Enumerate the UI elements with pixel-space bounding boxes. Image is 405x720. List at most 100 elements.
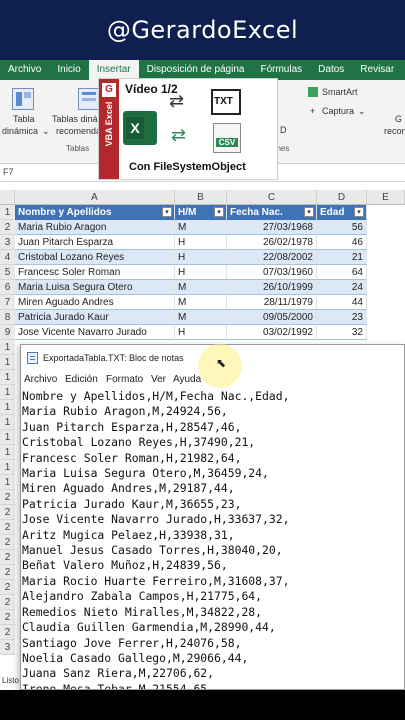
notepad-menu-ayuda[interactable]: Ayuda xyxy=(173,374,201,385)
row-header[interactable]: 8 xyxy=(0,310,15,325)
cell-date[interactable]: 09/05/2000 xyxy=(227,310,317,325)
row-header[interactable]: 1 xyxy=(0,205,15,220)
notepad-menu-formato[interactable]: Formato xyxy=(106,374,143,385)
column-header-c[interactable]: C xyxy=(227,190,317,205)
cell-age[interactable]: 44 xyxy=(317,295,367,310)
cell-hm[interactable]: H xyxy=(175,265,227,280)
cell-date[interactable]: 07/03/1960 xyxy=(227,265,317,280)
row-header[interactable]: 1 xyxy=(0,340,15,355)
row-header[interactable]: 2 xyxy=(0,520,15,535)
cell-date[interactable]: 03/02/1992 xyxy=(227,325,317,340)
column-header-a[interactable]: A xyxy=(15,190,175,205)
name-box[interactable]: F7 xyxy=(3,167,14,177)
row-header[interactable]: 2 xyxy=(0,550,15,565)
notepad-menu-edicion[interactable]: Edición xyxy=(65,374,98,385)
cell-age[interactable]: 21 xyxy=(317,250,367,265)
cell-hm[interactable]: H xyxy=(175,325,227,340)
cell-hm[interactable]: M xyxy=(175,295,227,310)
tab-disposicion[interactable]: Disposición de página xyxy=(139,60,253,80)
row-header[interactable]: 3 xyxy=(0,640,15,655)
cell-hm[interactable]: M xyxy=(175,310,227,325)
row-header[interactable]: 1 xyxy=(0,475,15,490)
row-header[interactable]: 5 xyxy=(0,265,15,280)
get-addins-label[interactable]: G xyxy=(395,114,402,125)
cell-date[interactable]: 27/03/1968 xyxy=(227,220,317,235)
row-header[interactable]: 1 xyxy=(0,415,15,430)
cell-date[interactable]: 22/08/2002 xyxy=(227,250,317,265)
notepad-menu-ver[interactable]: Ver xyxy=(151,374,166,385)
recommended-pivot-icon[interactable] xyxy=(78,88,100,110)
cell-age[interactable]: 64 xyxy=(317,265,367,280)
tab-revisar[interactable]: Revisar xyxy=(352,60,402,80)
cell-date[interactable]: 26/02/1978 xyxy=(227,235,317,250)
cell-age[interactable]: 56 xyxy=(317,220,367,235)
row-header[interactable]: 1 xyxy=(0,445,15,460)
cell-date[interactable]: 26/10/1999 xyxy=(227,280,317,295)
notepad-window[interactable]: ExportadaTabla.TXT: Bloc de notas Archiv… xyxy=(20,344,405,690)
cell-hm[interactable]: H xyxy=(175,235,227,250)
cell-name[interactable]: Francesc Soler Roman xyxy=(15,265,175,280)
row-header[interactable]: 2 xyxy=(0,505,15,520)
cell-age[interactable]: 46 xyxy=(317,235,367,250)
filter-dropdown-icon[interactable]: ▾ xyxy=(214,207,224,217)
row-header[interactable]: 2 xyxy=(0,220,15,235)
row-header[interactable]: 2 xyxy=(0,595,15,610)
row-header[interactable]: 7 xyxy=(0,295,15,310)
row-header[interactable]: 1 xyxy=(0,400,15,415)
cell-hm[interactable]: M xyxy=(175,220,227,235)
tab-archivo[interactable]: Archivo xyxy=(0,60,49,80)
row-header[interactable]: 1 xyxy=(0,385,15,400)
tab-insertar[interactable]: Insertar xyxy=(88,60,139,80)
row-header[interactable]: 1 xyxy=(0,430,15,445)
row-header[interactable]: 4 xyxy=(0,250,15,265)
row-header[interactable]: 2 xyxy=(0,565,15,580)
row-header[interactable]: 1 xyxy=(0,355,15,370)
pivot-table-icon[interactable] xyxy=(12,88,34,110)
recommended-charts-label[interactable]: recon xyxy=(384,126,405,137)
notepad-menu-archivo[interactable]: Archivo xyxy=(24,374,57,385)
row-header[interactable]: 2 xyxy=(0,610,15,625)
pivot-table-label[interactable]: Tabla xyxy=(13,114,35,125)
cell-name[interactable]: Cristobal Lozano Reyes xyxy=(15,250,175,265)
cell-hm[interactable]: H xyxy=(175,250,227,265)
column-header-b[interactable]: B xyxy=(175,190,227,205)
smartart-button[interactable]: SmartArt xyxy=(322,87,358,98)
cell-name[interactable]: Jose Vicente Navarro Jurado xyxy=(15,325,175,340)
row-header[interactable]: 1 xyxy=(0,370,15,385)
row-header[interactable]: 6 xyxy=(0,280,15,295)
row-header[interactable]: 2 xyxy=(0,625,15,640)
row-header[interactable]: 9 xyxy=(0,325,15,340)
cell-age[interactable]: 32 xyxy=(317,325,367,340)
chevron-down-icon[interactable]: ⌄ xyxy=(358,106,366,117)
filter-dropdown-icon[interactable]: ▾ xyxy=(162,207,172,217)
column-header-e[interactable]: E xyxy=(367,190,405,205)
cell-date[interactable]: 28/11/1979 xyxy=(227,295,317,310)
tab-formulas[interactable]: Fórmulas xyxy=(252,60,310,80)
cell-name[interactable]: Patricia Jurado Kaur xyxy=(15,310,175,325)
tab-inicio[interactable]: Inicio xyxy=(49,60,88,80)
cell-name[interactable]: Juan Pitarch Esparza xyxy=(15,235,175,250)
corner-select-all[interactable] xyxy=(0,190,15,205)
screenshot-icon[interactable]: + xyxy=(310,106,315,117)
tab-datos[interactable]: Datos xyxy=(310,60,352,80)
cell-hm[interactable]: M xyxy=(175,280,227,295)
filter-dropdown-icon[interactable]: ▾ xyxy=(304,207,314,217)
filter-dropdown-icon[interactable]: ▾ xyxy=(354,207,364,217)
row-header[interactable]: 2 xyxy=(0,580,15,595)
cell-age[interactable]: 23 xyxy=(317,310,367,325)
row-header[interactable]: 2 xyxy=(0,490,15,505)
column-header-d[interactable]: D xyxy=(317,190,367,205)
table-header-nombre[interactable]: Nombre y Apellidos xyxy=(15,205,175,220)
cell-age[interactable]: 24 xyxy=(317,280,367,295)
smartart-icon[interactable] xyxy=(308,87,318,97)
row-header[interactable]: 1 xyxy=(0,460,15,475)
row-header[interactable]: 2 xyxy=(0,535,15,550)
cell-name[interactable]: Maria Rubio Aragon xyxy=(15,220,175,235)
cell-name[interactable]: Maria Luisa Segura Otero xyxy=(15,280,175,295)
screenshot-button[interactable]: Captura xyxy=(322,106,354,117)
chevron-down-icon[interactable]: ⌄ xyxy=(42,126,50,137)
pivot-table-label-2[interactable]: dinámica xyxy=(2,126,38,137)
row-header[interactable]: 3 xyxy=(0,235,15,250)
notepad-text-area[interactable]: Nombre y Apellidos,H/M,Fecha Nac.,Edad, M… xyxy=(21,389,404,689)
cell-name[interactable]: Miren Aguado Andres xyxy=(15,295,175,310)
